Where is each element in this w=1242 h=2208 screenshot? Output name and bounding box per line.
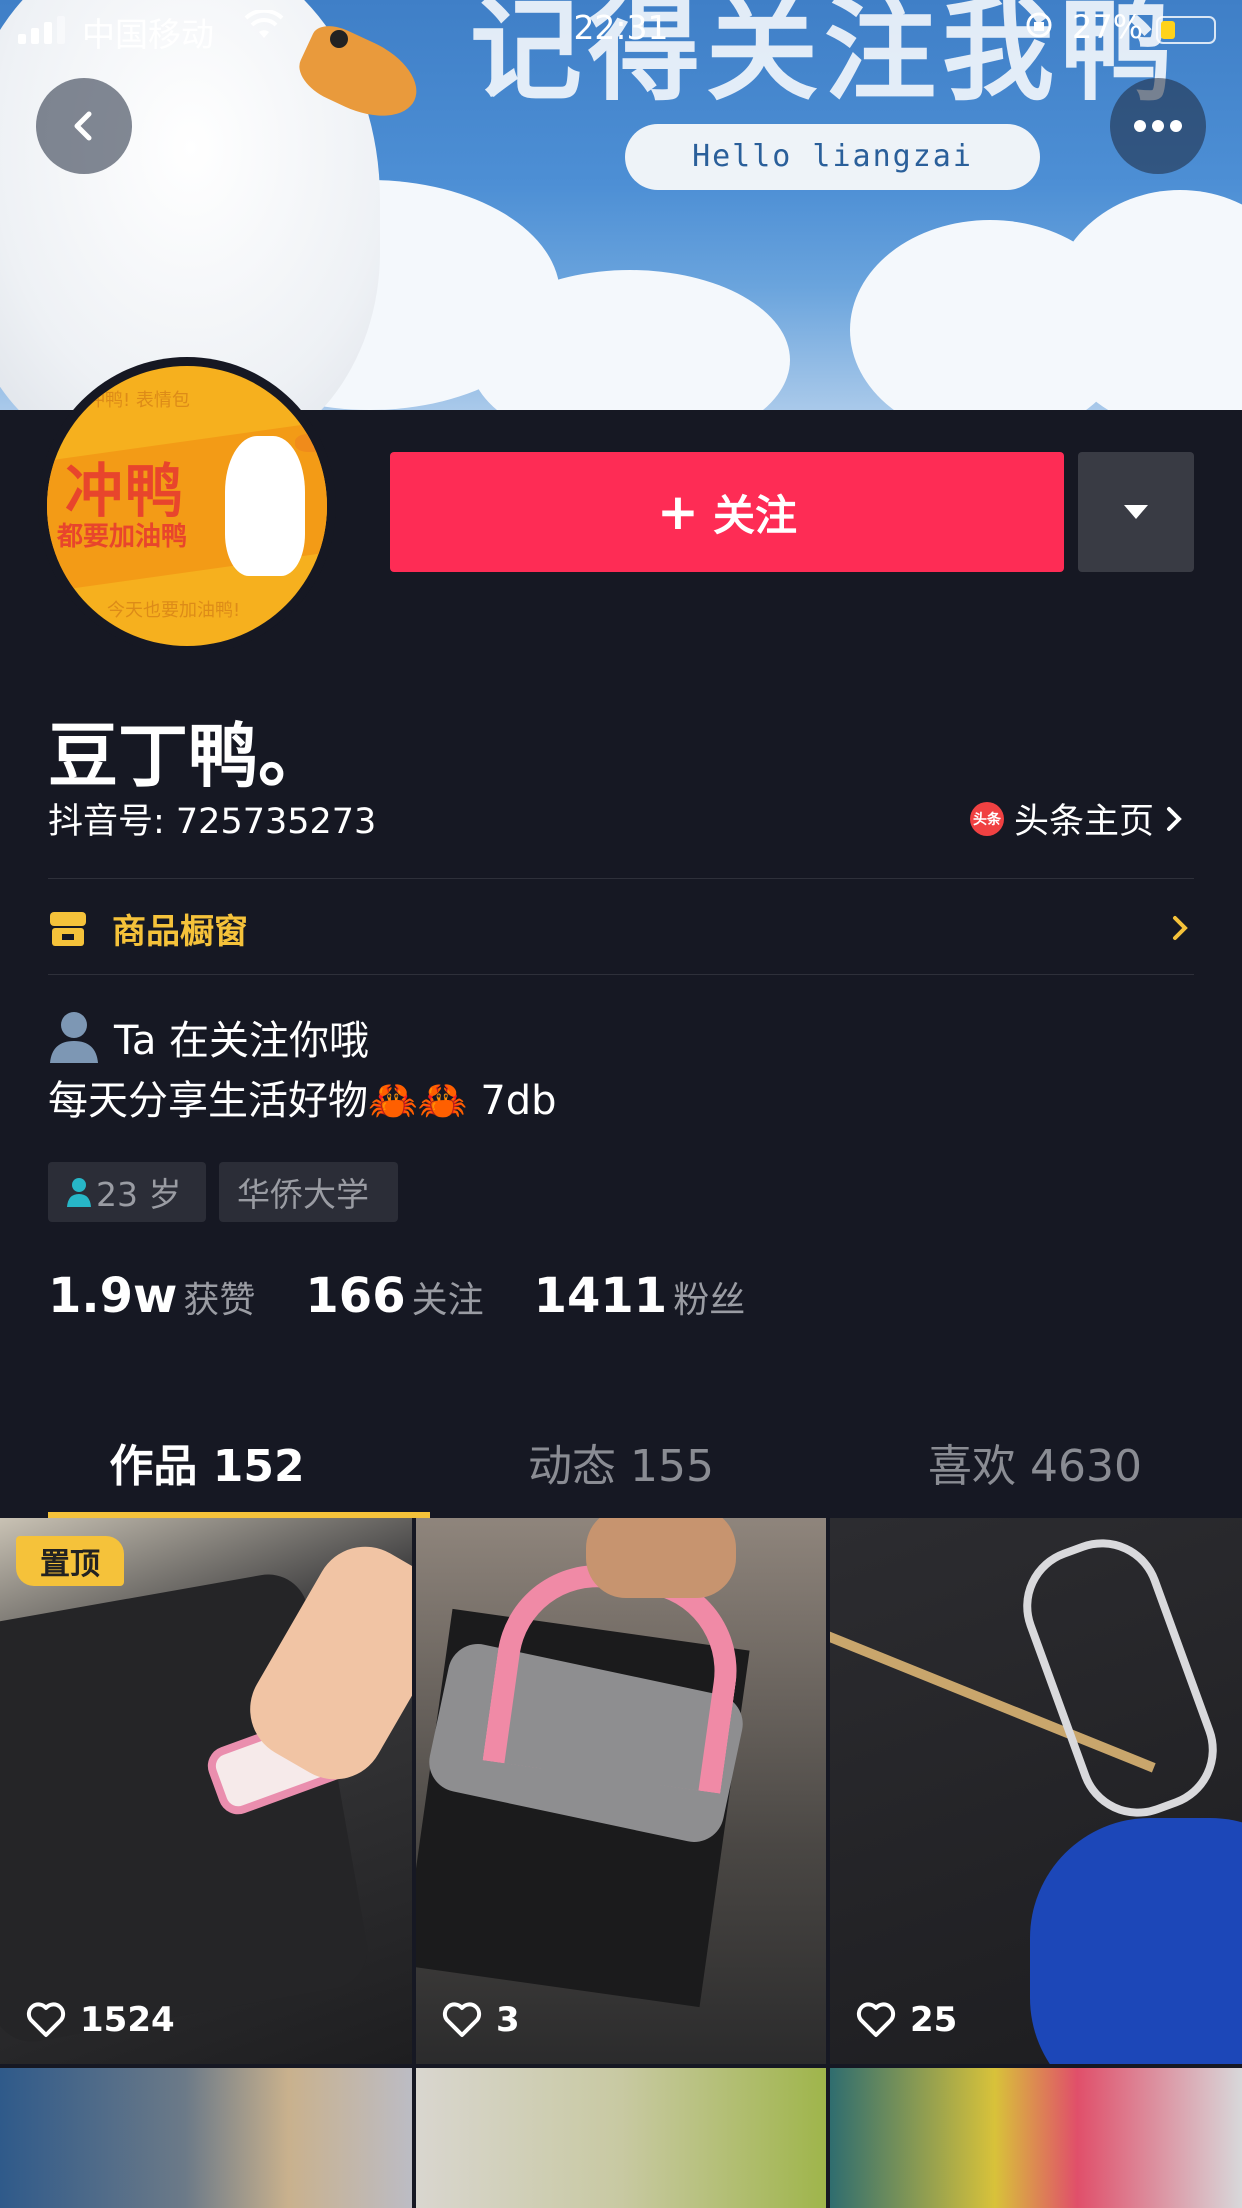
avatar-small-text: 都要加油鸭	[57, 522, 188, 552]
shop-label: 商品橱窗	[112, 911, 248, 952]
status-bar: 中国移动 22:31 27%	[0, 0, 1242, 60]
chevron-left-icon	[74, 111, 92, 141]
battery-icon	[1156, 16, 1216, 44]
heart-icon	[26, 2002, 66, 2037]
likes-label: 获赞	[183, 1280, 256, 1321]
avatar[interactable]: 冲鸭! 表情包 今天也要加油鸭! 冲鸭 都要加油鸭	[38, 357, 336, 655]
shop-icon	[48, 908, 88, 948]
banner-pill: Hello liangzai	[625, 124, 1040, 190]
bio-follows-you: Ta 在关注你哦	[48, 1008, 369, 1066]
triangle-down-icon	[1124, 505, 1148, 519]
more-options-button[interactable]	[1110, 78, 1206, 174]
avatar-image: 冲鸭! 表情包 今天也要加油鸭! 冲鸭 都要加油鸭	[47, 366, 327, 646]
status-time: 22:31	[573, 8, 669, 47]
followers-label[interactable]: 粉丝	[673, 1271, 745, 1323]
profile-tabs: 作品 152 动态 155 喜欢 4630	[0, 1400, 1242, 1518]
profile-stats: 1.9w 获赞 166 关注 1411 粉丝	[48, 1268, 795, 1324]
nickname: 豆丁鸭。	[48, 715, 328, 797]
age-tag: 23 岁	[48, 1162, 206, 1222]
douyin-id: 抖音号: 725735273	[48, 802, 377, 842]
toutiao-homepage-link[interactable]: 头条 头条主页	[970, 793, 1184, 844]
like-count: 25	[856, 2000, 957, 2040]
profile-banner: 记得关注我鸭 Hello liangzai	[0, 0, 1242, 410]
follow-button[interactable]: + 关注	[390, 452, 1064, 572]
age-label: 23 岁	[96, 1175, 182, 1214]
likes-count: 1.9w	[48, 1268, 178, 1324]
bio-line-2: 每天分享生活好物🦀🦀 7db	[48, 1078, 557, 1124]
shop-window-row[interactable]: 商品橱窗	[48, 880, 1194, 976]
tab-likes[interactable]: 喜欢 4630	[828, 1400, 1242, 1518]
person-icon	[67, 1178, 91, 1207]
video-thumbnail[interactable]: 置顶 1524	[0, 1518, 412, 2064]
divider	[48, 974, 1194, 975]
divider	[48, 878, 1194, 879]
tab-dynamics[interactable]: 动态 155	[414, 1400, 828, 1518]
tab-works[interactable]: 作品 152	[0, 1400, 414, 1518]
following-label[interactable]: 关注	[412, 1271, 484, 1323]
toutiao-logo-icon: 头条	[970, 801, 1004, 836]
video-thumbnail[interactable]: 3	[416, 1518, 826, 2064]
person-icon	[48, 1009, 100, 1065]
rotation-lock-icon	[1024, 10, 1054, 48]
school-tag: 华侨大学	[219, 1162, 398, 1222]
heart-icon	[856, 2002, 896, 2037]
recommend-dropdown-button[interactable]	[1078, 452, 1194, 572]
plus-icon: +	[657, 483, 699, 541]
video-thumbnail[interactable]	[0, 2068, 412, 2208]
video-thumbnail[interactable]: 25	[830, 1518, 1242, 2064]
video-thumbnail[interactable]	[416, 2068, 826, 2208]
chevron-right-icon	[1170, 908, 1190, 952]
back-button[interactable]	[36, 78, 132, 174]
video-thumbnail[interactable]	[830, 2068, 1242, 2208]
like-count: 3	[442, 2000, 520, 2040]
follow-label: 关注	[712, 490, 797, 540]
cloud	[1050, 190, 1242, 410]
battery-percent: 27%	[1072, 8, 1144, 46]
like-count: 1524	[26, 2000, 175, 2040]
chevron-right-icon	[1167, 806, 1182, 831]
heart-icon	[442, 2002, 482, 2037]
bio-line-1: Ta 在关注你哦	[114, 1018, 370, 1064]
toutiao-label: 头条主页	[1014, 802, 1155, 842]
followers-count[interactable]: 1411	[534, 1268, 668, 1324]
pinned-badge: 置顶	[16, 1536, 124, 1586]
more-dots-icon	[1134, 120, 1182, 132]
following-count[interactable]: 166	[305, 1268, 405, 1324]
